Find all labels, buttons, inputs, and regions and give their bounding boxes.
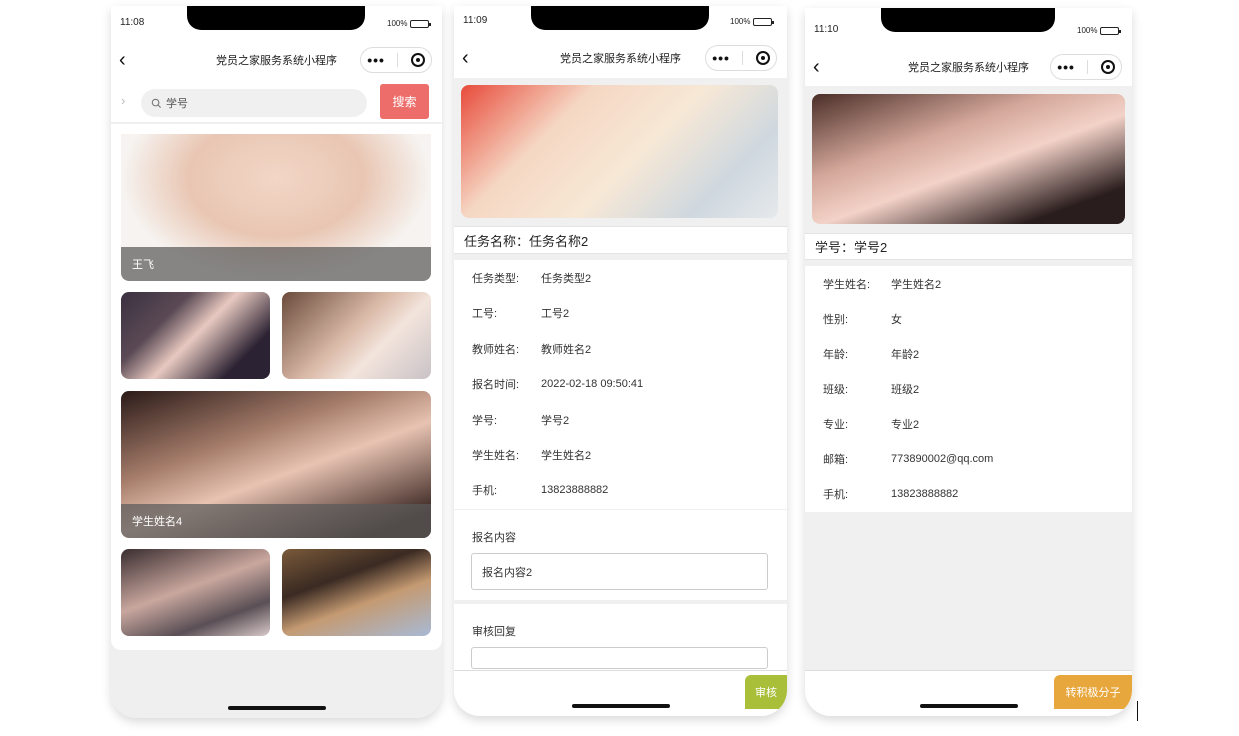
audit-button[interactable]: 审核	[745, 675, 787, 709]
status-time: 11:10	[814, 24, 839, 35]
search-placeholder: 学号	[166, 98, 188, 110]
nav-bar: ‹ 党员之家服务系统小程序 •••	[805, 49, 1132, 85]
detail-row: 教师姓名: 教师姓名2	[472, 343, 592, 356]
battery-icon	[410, 19, 432, 28]
home-indicator	[227, 706, 326, 710]
phone-screen-task-detail: 11:09 100% ‹ 党员之家服务系统小程序 ••• 任务名称：任务名称2 …	[454, 6, 787, 716]
detail-row: 任务类型: 任务类型2	[472, 272, 592, 285]
student-card[interactable]	[282, 549, 431, 636]
home-indicator	[919, 704, 1018, 708]
status-time: 11:09	[463, 15, 488, 26]
close-target-icon[interactable]	[410, 53, 425, 67]
battery-icon	[1100, 26, 1122, 35]
battery-percent: 100%	[1077, 26, 1098, 35]
menu-capsule[interactable]: •••	[1050, 54, 1122, 80]
close-target-icon[interactable]	[755, 51, 770, 65]
student-card[interactable]	[282, 292, 431, 379]
search-button[interactable]: 搜索	[380, 84, 429, 119]
task-detail-list: 任务类型: 任务类型2 工号: 工号2 教师姓名: 教师姓名2 报名时间: 2022-0…	[454, 260, 787, 509]
phone-screen-student-detail: 11:10 100% ‹ 党员之家服务系统小程序 ••• 学号：学号2 学生姓名…	[805, 8, 1132, 716]
battery-icon	[753, 17, 775, 26]
nav-bar: ‹ 党员之家服务系统小程序 •••	[454, 40, 787, 76]
search-bar: › 学号 搜索	[111, 84, 442, 124]
signup-content-label: 报名内容	[472, 532, 516, 544]
student-card[interactable]: 学生姓名4	[121, 391, 431, 538]
notch	[531, 6, 709, 30]
search-icon	[151, 98, 162, 108]
party-banner-image	[461, 85, 778, 218]
student-name: 王飞	[121, 247, 431, 281]
more-dots-icon[interactable]: •••	[1057, 60, 1075, 74]
signup-content-section: 报名内容 报名内容2	[454, 510, 787, 600]
student-photo	[812, 94, 1125, 224]
detail-row: 性别: 女	[823, 313, 902, 326]
status-battery: 100%	[1077, 26, 1122, 35]
detail-row: 学生姓名: 学生姓名2	[472, 449, 592, 462]
detail-row: 学号: 学号2	[472, 414, 570, 427]
search-input[interactable]: 学号	[141, 89, 367, 117]
student-name: 学生姓名4	[121, 504, 431, 538]
to-activist-button[interactable]: 转积极分子	[1054, 675, 1132, 709]
chevron-right-icon: ›	[121, 93, 126, 108]
detail-row: 手机: 13823888882	[472, 483, 609, 497]
detail-row: 手机: 13823888882	[823, 487, 959, 501]
review-reply-field[interactable]	[471, 647, 768, 669]
student-card[interactable]	[121, 549, 270, 636]
student-detail-list: 学生姓名: 学生姓名2 性别: 女 年龄: 年龄2 班级: 班级2 专业: 专业2 邮箱:…	[805, 266, 1132, 512]
nav-bar: ‹ 党员之家服务系统小程序 •••	[111, 42, 442, 78]
student-id-heading: 学号：学号2	[805, 233, 1132, 260]
detail-row: 班级: 班级2	[823, 383, 920, 396]
banner-area	[454, 78, 787, 226]
more-dots-icon[interactable]: •••	[367, 53, 385, 67]
notch	[187, 6, 365, 30]
detail-row: 学生姓名: 学生姓名2	[823, 278, 942, 291]
detail-row: 年龄: 年龄2	[823, 348, 920, 361]
text-cursor	[1137, 701, 1138, 721]
bottom-action-bar: 审核	[454, 670, 787, 716]
menu-capsule[interactable]: •••	[705, 45, 777, 71]
close-target-icon[interactable]	[1100, 60, 1115, 74]
detail-row: 邮箱: 773890002@qq.com	[823, 452, 994, 466]
bottom-action-bar: 转积极分子	[805, 670, 1132, 716]
status-battery: 100%	[730, 17, 775, 26]
status-battery: 100%	[387, 19, 432, 28]
review-reply-section: 审核回复	[454, 604, 787, 670]
signup-content-field[interactable]: 报名内容2	[471, 553, 768, 590]
detail-row: 专业: 专业2	[823, 418, 920, 431]
phone-screen-search: 11:08 100% ‹ 党员之家服务系统小程序 ••• › 学号 搜索 王飞 …	[111, 6, 442, 718]
task-name-heading: 任务名称：任务名称2	[454, 226, 787, 254]
menu-capsule[interactable]: •••	[360, 47, 432, 73]
battery-percent: 100%	[730, 17, 751, 26]
notch	[881, 8, 1055, 32]
review-reply-label: 审核回复	[472, 626, 516, 638]
home-indicator	[571, 704, 670, 708]
student-card[interactable]: 王飞	[121, 134, 431, 281]
student-card[interactable]	[121, 292, 270, 379]
status-time: 11:08	[120, 17, 145, 28]
more-dots-icon[interactable]: •••	[712, 51, 730, 65]
detail-row: 报名时间: 2022-02-18 09:50:41	[472, 377, 644, 391]
student-gallery: 王飞 学生姓名4	[111, 124, 442, 650]
detail-row: 工号: 工号2	[472, 307, 570, 320]
battery-percent: 100%	[387, 19, 408, 28]
